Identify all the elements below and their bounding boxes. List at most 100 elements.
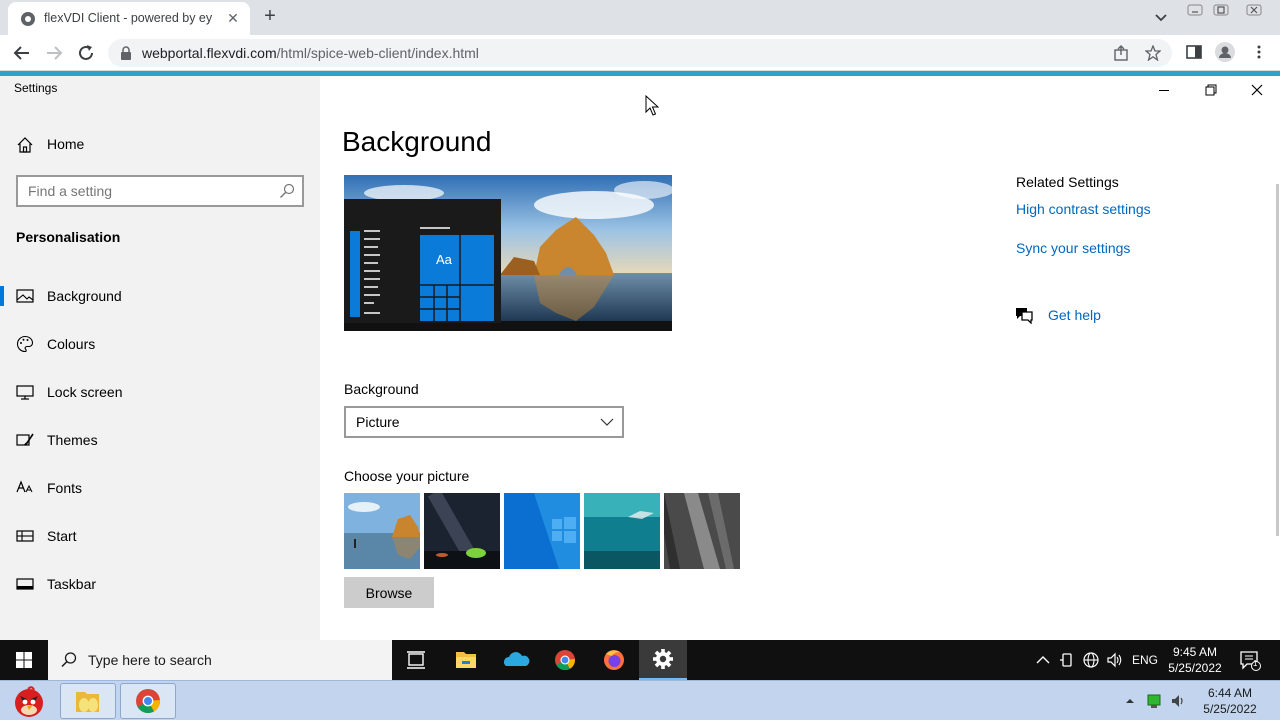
settings-content: Background Aa Background Picture Choose … xyxy=(320,76,1280,640)
reload-icon[interactable] xyxy=(75,42,97,64)
close-window-icon[interactable] xyxy=(1245,3,1263,17)
url-text: webportal.flexvdi.com/html/spice-web-cli… xyxy=(142,45,479,61)
firefox-icon[interactable] xyxy=(590,640,638,680)
host-volume-icon[interactable] xyxy=(1170,693,1186,709)
section-title: Personalisation xyxy=(16,229,121,245)
onedrive-cloud-icon[interactable] xyxy=(492,640,540,680)
url-path: /html/spice-web-client/index.html xyxy=(276,45,479,61)
night-sky-image xyxy=(424,493,500,569)
host-date: 5/25/2022 xyxy=(1203,702,1257,716)
search-icon[interactable] xyxy=(279,183,295,199)
settings-taskbar-button[interactable] xyxy=(639,640,687,680)
volume-icon[interactable] xyxy=(1106,651,1124,669)
sync-settings-link[interactable]: Sync your settings xyxy=(1016,240,1130,256)
font-icon xyxy=(16,480,33,493)
maximize-icon[interactable] xyxy=(1200,80,1220,100)
taskbar-search-box[interactable]: Type here to search xyxy=(48,640,392,680)
sidebar-item-label: Background xyxy=(47,288,122,304)
related-settings-title: Related Settings xyxy=(1016,174,1119,190)
url-host: webportal.flexvdi.com xyxy=(142,45,277,61)
browser-tab-strip: flexVDI Client - powered by ey ✕ + xyxy=(0,0,1280,35)
sidebar-item-start[interactable]: Start xyxy=(0,516,320,556)
chevron-up-icon[interactable] xyxy=(1034,651,1052,669)
picture-thumbnail-beach[interactable] xyxy=(344,493,420,569)
host-network-icon[interactable] xyxy=(1146,693,1162,709)
page-title: Background xyxy=(342,126,492,157)
picture-thumbnail-windows[interactable] xyxy=(504,493,580,569)
active-indicator xyxy=(0,286,4,306)
sidebar-item-label: Colours xyxy=(47,336,96,352)
windows-start-icon[interactable] xyxy=(0,640,48,680)
sidebar-item-colours[interactable]: Colours xyxy=(0,324,320,364)
sidebar-item-taskbar[interactable]: Taskbar xyxy=(0,564,320,604)
taskbar-search-placeholder: Type here to search xyxy=(88,652,212,668)
sidebar-item-label: Taskbar xyxy=(47,576,97,592)
chevron-down-icon[interactable] xyxy=(1152,8,1170,26)
host-file-manager-button[interactable] xyxy=(60,683,116,719)
settings-window: Settings Home Find a setting Personalisa… xyxy=(0,76,1280,640)
high-contrast-link[interactable]: High contrast settings xyxy=(1016,201,1151,217)
minimize-icon[interactable] xyxy=(1186,3,1204,17)
sidebar-item-fonts[interactable]: Fonts xyxy=(0,468,320,508)
host-tray-chevron-icon[interactable] xyxy=(1124,695,1136,707)
taskbar-icon xyxy=(16,578,34,590)
find-setting-input[interactable]: Find a setting xyxy=(16,175,304,207)
tab-close-icon[interactable]: ✕ xyxy=(224,9,242,27)
sidebar-item-label: Start xyxy=(47,528,77,544)
input-language[interactable]: ENG xyxy=(1132,653,1158,667)
taskbar-time: 9:45 AM xyxy=(1172,645,1218,659)
network-globe-icon[interactable] xyxy=(1082,651,1100,669)
tab-title: flexVDI Client - powered by ey xyxy=(44,11,213,25)
back-arrow-icon[interactable] xyxy=(11,42,33,64)
picture-thumbnail-rock-wall[interactable] xyxy=(664,493,740,569)
forward-arrow-icon[interactable] xyxy=(43,42,65,64)
host-chrome-button[interactable] xyxy=(120,683,176,719)
browser-tab[interactable]: flexVDI Client - powered by ey ✕ xyxy=(8,2,250,35)
sidebar-item-themes[interactable]: Themes xyxy=(0,420,320,460)
picture-thumbnail-underwater[interactable] xyxy=(584,493,660,569)
sidebar-item-background[interactable]: Background xyxy=(0,276,320,316)
get-help-link[interactable]: Get help xyxy=(1048,307,1101,323)
address-bar[interactable]: webportal.flexvdi.com/html/spice-web-cli… xyxy=(108,39,1172,67)
lock-icon[interactable] xyxy=(120,46,132,60)
share-icon[interactable] xyxy=(1113,45,1129,61)
profile-avatar-icon[interactable] xyxy=(1215,42,1235,62)
new-tab-button[interactable]: + xyxy=(260,6,280,26)
chat-help-icon[interactable] xyxy=(1014,306,1034,324)
sidebar-item-label: Fonts xyxy=(47,480,83,496)
find-setting-placeholder: Find a setting xyxy=(28,183,113,199)
picture-thumbnail-night-sky[interactable] xyxy=(424,493,500,569)
device-icon[interactable] xyxy=(1058,651,1076,669)
chrome-icon xyxy=(136,689,160,714)
restore-icon[interactable] xyxy=(1212,3,1230,17)
file-explorer-icon[interactable] xyxy=(442,640,490,680)
background-dropdown[interactable]: Picture xyxy=(344,406,624,438)
windows-taskbar: Type here to search ENG 9:45 AM 5/25/202… xyxy=(0,640,1280,680)
side-panel-icon[interactable] xyxy=(1186,44,1202,60)
minimize-icon[interactable] xyxy=(1154,80,1174,100)
scrollbar[interactable] xyxy=(1276,184,1279,536)
close-icon[interactable] xyxy=(1247,80,1267,100)
home-nav-item[interactable]: Home xyxy=(16,134,296,156)
sidebar-item-lock-screen[interactable]: Lock screen xyxy=(0,372,320,412)
notification-center-icon[interactable] xyxy=(1239,649,1261,671)
palette-icon xyxy=(17,335,34,353)
monitor-icon xyxy=(16,385,34,400)
sidebar-item-label: Themes xyxy=(47,432,98,448)
task-view-icon[interactable] xyxy=(392,640,440,680)
taskbar-date: 5/25/2022 xyxy=(1168,661,1222,675)
mouse-cursor-icon xyxy=(645,95,659,116)
chrome-icon[interactable] xyxy=(541,640,589,680)
host-clock[interactable]: 6:44 AM 5/25/2022 xyxy=(1198,685,1262,717)
background-dropdown-value: Picture xyxy=(356,414,400,430)
taskbar-clock[interactable]: 9:45 AM 5/25/2022 xyxy=(1166,644,1224,676)
home-label: Home xyxy=(47,136,85,152)
notification-count: 1 xyxy=(1253,659,1258,668)
browse-button[interactable]: Browse xyxy=(344,577,434,608)
angry-bird-start-icon[interactable] xyxy=(2,683,54,719)
preview-tile-text: Aa xyxy=(436,252,452,267)
kebab-menu-icon[interactable] xyxy=(1251,44,1267,60)
window-title: Settings xyxy=(14,81,58,95)
bookmark-star-icon[interactable] xyxy=(1145,45,1161,61)
preview-wallpaper-image xyxy=(344,175,672,331)
